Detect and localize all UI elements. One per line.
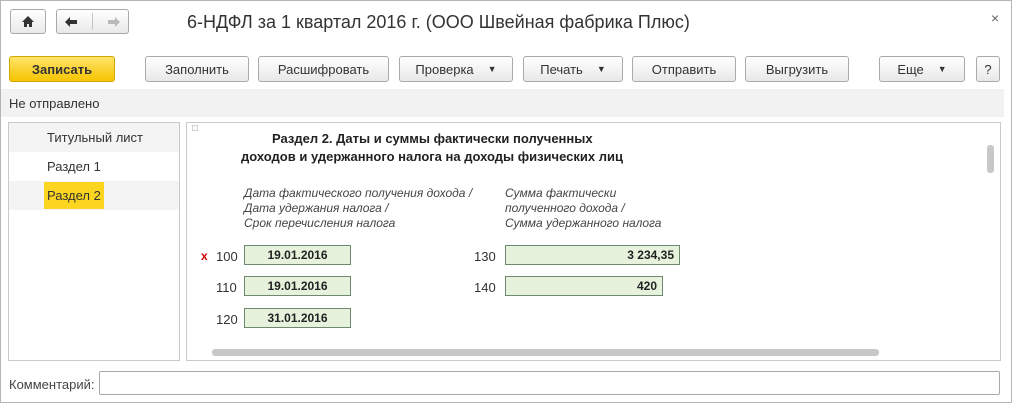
section-item-label: Титульный лист — [47, 130, 144, 145]
hint-line: Дата фактического получения дохода / — [244, 186, 473, 200]
export-button[interactable]: Выгрузить — [745, 56, 849, 82]
back-button[interactable] — [64, 16, 78, 28]
report-form: Раздел 2. Даты и суммы фактически получе… — [186, 122, 1001, 361]
error-mark-icon[interactable]: x — [201, 249, 208, 263]
print-dropdown-button[interactable]: Печать ▼ — [523, 56, 623, 82]
hint-line: Срок перечисления налога — [244, 216, 396, 230]
close-icon[interactable]: × — [991, 10, 999, 26]
section-item-label: Раздел 1 — [47, 159, 101, 174]
hint-line: Дата удержания налога / — [244, 201, 389, 215]
arrow-right-icon — [108, 16, 120, 27]
line-code-130: 130 — [474, 249, 496, 264]
more-dropdown-button[interactable]: Еще ▼ — [879, 56, 965, 82]
home-button[interactable] — [10, 9, 46, 34]
line-code-140: 140 — [474, 280, 496, 295]
decode-button[interactable]: Расшифровать — [258, 56, 389, 82]
comment-input[interactable] — [99, 371, 1000, 395]
send-status: Не отправлено — [1, 89, 1004, 117]
fill-button[interactable]: Заполнить — [145, 56, 249, 82]
save-button[interactable]: Записать — [9, 56, 115, 82]
amounts-hint: Сумма фактически полученного дохода / Су… — [505, 186, 661, 231]
hint-line: полученного дохода / — [505, 201, 625, 215]
more-label: Еще — [897, 61, 924, 77]
home-icon — [22, 16, 34, 27]
corner-marker — [192, 125, 198, 131]
horizontal-scrollbar[interactable] — [212, 349, 879, 356]
hint-line: Сумма фактически — [505, 186, 617, 200]
hint-line: Сумма удержанного налога — [505, 216, 662, 230]
print-label: Печать — [540, 61, 583, 77]
section-item-label: Раздел 2 — [44, 182, 104, 209]
income-date-field[interactable]: 19.01.2016 — [244, 245, 351, 265]
dates-hint: Дата фактического получения дохода / Дат… — [244, 186, 472, 231]
nav-separator — [92, 13, 93, 30]
help-button[interactable]: ? — [976, 56, 1000, 82]
section-heading-line1: Раздел 2. Даты и суммы фактически получе… — [272, 131, 593, 146]
dropdown-arrow-icon: ▼ — [596, 64, 606, 74]
tax-withheld-date-field[interactable]: 19.01.2016 — [244, 276, 351, 296]
section-heading-line2: доходов и удержанного налога на доходы ф… — [241, 149, 623, 164]
forward-button[interactable] — [107, 16, 121, 28]
section-item-section-2[interactable]: Раздел 2 — [9, 181, 179, 210]
window: 6-НДФЛ за 1 квартал 2016 г. (ООО Швейная… — [0, 0, 1012, 403]
window-title: 6-НДФЛ за 1 квартал 2016 г. (ООО Швейная… — [187, 12, 690, 32]
dropdown-arrow-icon: ▼ — [487, 64, 497, 74]
tax-transfer-deadline-field[interactable]: 31.01.2016 — [244, 308, 351, 328]
history-nav — [56, 9, 129, 34]
section-list: Титульный лист Раздел 1 Раздел 2 — [8, 122, 180, 361]
send-button[interactable]: Отправить — [632, 56, 736, 82]
income-amount-field[interactable]: 3 234,35 — [505, 245, 680, 265]
section-item-section-1[interactable]: Раздел 1 — [9, 152, 179, 181]
check-label: Проверка — [415, 61, 474, 77]
dropdown-arrow-icon: ▼ — [937, 64, 947, 74]
comment-label: Комментарий: — [9, 377, 95, 392]
vertical-scrollbar[interactable] — [987, 145, 994, 173]
line-code-100: 100 — [216, 249, 238, 264]
arrow-left-icon — [65, 16, 77, 27]
tax-withheld-amount-field[interactable]: 420 — [505, 276, 663, 296]
line-code-120: 120 — [216, 312, 238, 327]
check-dropdown-button[interactable]: Проверка ▼ — [399, 56, 513, 82]
section-item-title-page[interactable]: Титульный лист — [9, 123, 179, 152]
line-code-110: 110 — [216, 280, 237, 295]
